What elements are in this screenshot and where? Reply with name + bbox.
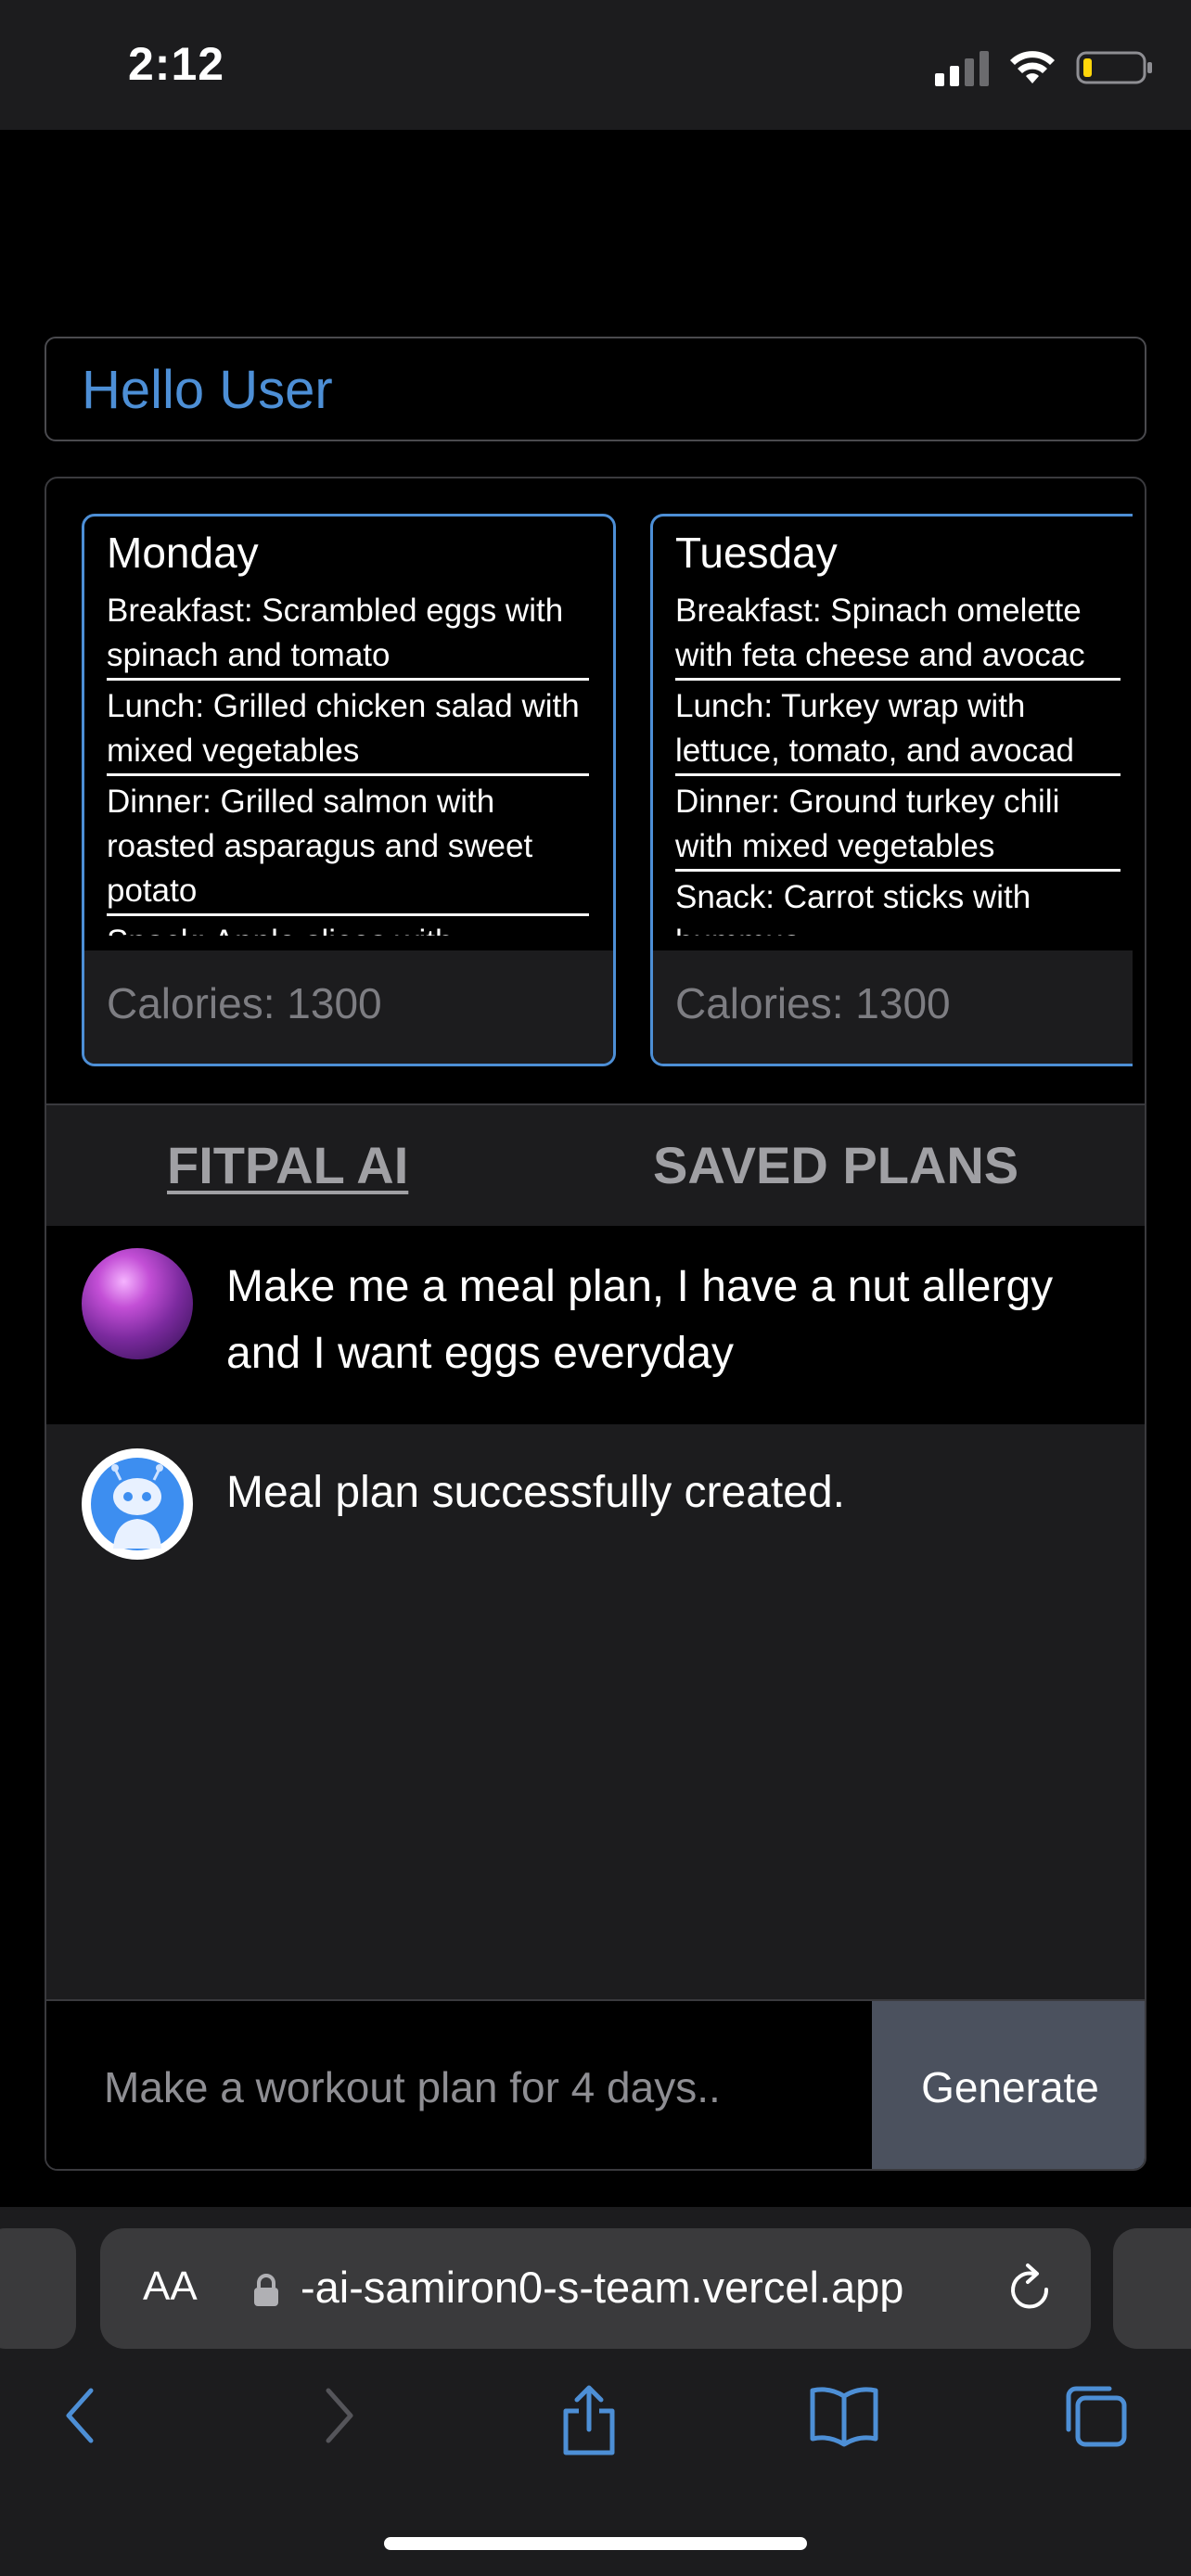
bot-message: Meal plan successfully created. xyxy=(46,1424,1145,1999)
day-title: Monday xyxy=(107,529,259,577)
meal-item: Snack: Carrot sticks with xyxy=(675,879,1031,915)
meal-list: Breakfast: Scrambled eggs with spinach a… xyxy=(107,589,589,936)
home-indicator[interactable] xyxy=(384,2537,807,2550)
calories-bar: Calories: 1300 xyxy=(653,950,1133,1064)
tab-fitpal-ai[interactable]: FITPAL AI xyxy=(167,1135,408,1195)
tab-saved-plans[interactable]: SAVED PLANS xyxy=(653,1135,1018,1195)
next-tab-peek[interactable] xyxy=(1113,2228,1191,2349)
greeting-box: Hello User xyxy=(45,337,1146,441)
meal-item: Dinner: Ground turkey chili xyxy=(675,784,1060,820)
greeting-text: Hello User xyxy=(82,360,333,420)
main-panel: Monday Breakfast: Scrambled eggs with sp… xyxy=(45,477,1146,2171)
reader-settings-button[interactable]: AA xyxy=(143,2264,198,2310)
meal-list: Breakfast: Spinach omelette with feta ch… xyxy=(675,589,1121,936)
reload-icon[interactable] xyxy=(1005,2258,1057,2315)
calories-bar: Calories: 1300 xyxy=(84,950,613,1064)
forward-arrow-icon[interactable] xyxy=(315,2383,362,2448)
status-icons xyxy=(935,46,1154,89)
calories-text: Calories: 1300 xyxy=(675,979,951,1027)
address-bar[interactable]: AA -ai-samiron0-s-team.vercel.app xyxy=(100,2228,1091,2349)
tab-bar: FITPAL AI SAVED PLANS xyxy=(46,1103,1145,1226)
status-time: 2:12 xyxy=(128,38,225,90)
robot-icon xyxy=(82,1448,193,1560)
meal-item: with feta cheese and avocac xyxy=(675,633,1121,681)
user-avatar xyxy=(82,1248,193,1359)
day-card-tuesday[interactable]: Tuesday Breakfast: Spinach omelette with… xyxy=(650,514,1133,1066)
prompt-input[interactable] xyxy=(46,2001,872,2169)
chat-area: Make me a meal plan, I have a nut allerg… xyxy=(46,1226,1145,1999)
user-message: Make me a meal plan, I have a nut allerg… xyxy=(46,1226,1145,1424)
share-icon[interactable] xyxy=(557,2383,621,2457)
meal-item: hummus xyxy=(675,920,1121,936)
calories-text: Calories: 1300 xyxy=(107,979,382,1027)
prompt-row: Generate xyxy=(46,1999,1145,2169)
url-text: -ai-samiron0-s-team.vercel.app xyxy=(301,2263,904,2312)
meal-item: Dinner: Grilled salmon with roasted aspa… xyxy=(107,776,589,916)
meal-item: Breakfast: Scrambled eggs with spinach a… xyxy=(107,589,589,681)
meal-item: Lunch: Grilled chicken salad with mixed … xyxy=(107,681,589,776)
cellular-signal-icon xyxy=(935,49,989,86)
status-bar: 2:12 xyxy=(0,0,1191,130)
meal-item: Lunch: Turkey wrap with xyxy=(675,688,1026,724)
bot-message-text: Meal plan successfully created. xyxy=(226,1468,845,1517)
aa-label: AA xyxy=(143,2264,198,2309)
bookmarks-icon[interactable] xyxy=(807,2383,881,2448)
back-arrow-icon[interactable] xyxy=(58,2383,104,2448)
day-card-monday[interactable]: Monday Breakfast: Scrambled eggs with sp… xyxy=(82,514,616,1066)
screen: 2:12 Hello User Monday Breakfast: Scramb… xyxy=(0,0,1191,2576)
previous-tab-peek[interactable] xyxy=(0,2228,76,2349)
meal-item: with mixed vegetables xyxy=(675,824,1121,872)
meal-item: Breakfast: Spinach omelette xyxy=(675,593,1082,629)
generate-button[interactable]: Generate xyxy=(872,2001,1145,2169)
lock-icon xyxy=(254,2274,278,2306)
meal-item: Snack: Apple slices with xyxy=(107,916,589,936)
meal-item: lettuce, tomato, and avocad xyxy=(675,729,1121,776)
tabs-icon[interactable] xyxy=(1063,2383,1130,2450)
day-title: Tuesday xyxy=(675,529,838,577)
meal-plan-carousel[interactable]: Monday Breakfast: Scrambled eggs with sp… xyxy=(46,478,1145,1103)
battery-icon xyxy=(1076,51,1152,84)
user-message-text: Make me a meal plan, I have a nut allerg… xyxy=(226,1262,1054,1378)
browser-bar: AA -ai-samiron0-s-team.vercel.app xyxy=(0,2207,1191,2576)
wifi-icon xyxy=(1010,51,1055,83)
